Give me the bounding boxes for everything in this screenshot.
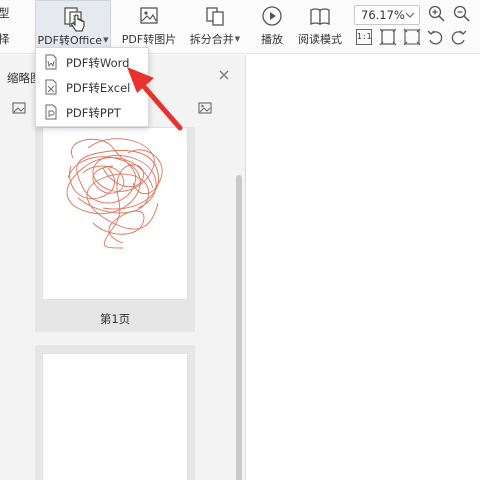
split-merge-icon [206,7,224,26]
menu-item-pdf-to-word[interactable]: PDF转Word [36,51,148,73]
chevron-down-icon: ▼ [234,35,241,43]
thumbnail-page-1[interactable]: 第1页 [35,127,195,332]
ppt-file-icon [45,104,57,120]
play-label: 播放 [261,33,283,46]
image-icon[interactable] [12,102,26,114]
menu-item-pdf-to-excel[interactable]: PDF转Excel [36,76,148,98]
play-icon [262,6,282,26]
thumbnail-page-2[interactable] [35,345,195,480]
zoom-out-icon[interactable] [452,4,472,24]
chevron-down-icon: ▼ [103,36,109,44]
play-button[interactable]: 播放 [254,0,290,52]
ribbon-left-label-top[interactable]: 型 [0,5,10,21]
split-merge-button[interactable]: 拆分合并▼ [186,0,244,52]
thumbnail-page-1-label: 第1页 [99,312,131,326]
split-merge-label: 拆分合并 [189,33,234,46]
document-view [247,55,480,480]
pdf-to-office-label: PDF转Office [37,34,103,47]
read-mode-label: 阅读模式 [298,33,342,46]
panel-scrollbar[interactable] [236,175,242,480]
pdf-to-image-label: PDF转图片 [121,33,177,46]
thumbnail-page-2-preview [42,353,188,480]
close-icon[interactable] [218,69,230,81]
pdf-to-office-menu: PDF转Word PDF转Excel PDF转PPT [35,47,149,127]
image-icon[interactable] [198,102,212,114]
pdf-to-image-icon [140,7,158,24]
chevron-down-icon [405,12,415,18]
ribbon-left-label-bottom[interactable]: 择 [0,31,10,47]
read-mode-icon [310,8,330,26]
rotate-left-icon[interactable] [425,27,445,47]
rotate-right-icon[interactable] [449,27,469,47]
word-file-icon [45,54,57,70]
zoom-value: 76.17% [361,8,405,22]
actual-size-button[interactable]: 1:1 [356,29,372,45]
menu-item-pdf-to-ppt-label: PDF转PPT [66,106,121,120]
pdf-to-image-button[interactable]: PDF转图片 [120,0,178,52]
hand-cursor-icon [71,14,85,32]
zoom-in-icon[interactable] [427,4,447,24]
handwriting-scribble [66,138,163,249]
menu-item-pdf-to-word-label: PDF转Word [66,56,130,70]
thumbnail-page-1-preview [42,127,188,300]
menu-item-pdf-to-excel-label: PDF转Excel [66,81,131,95]
read-mode-button[interactable]: 阅读模式 [294,0,346,52]
excel-file-icon [45,79,57,95]
fit-page-icon[interactable] [378,27,398,47]
zoom-select[interactable]: 76.17% [354,5,420,25]
menu-item-pdf-to-ppt[interactable]: PDF转PPT [36,101,148,123]
fit-width-icon[interactable] [402,27,422,47]
